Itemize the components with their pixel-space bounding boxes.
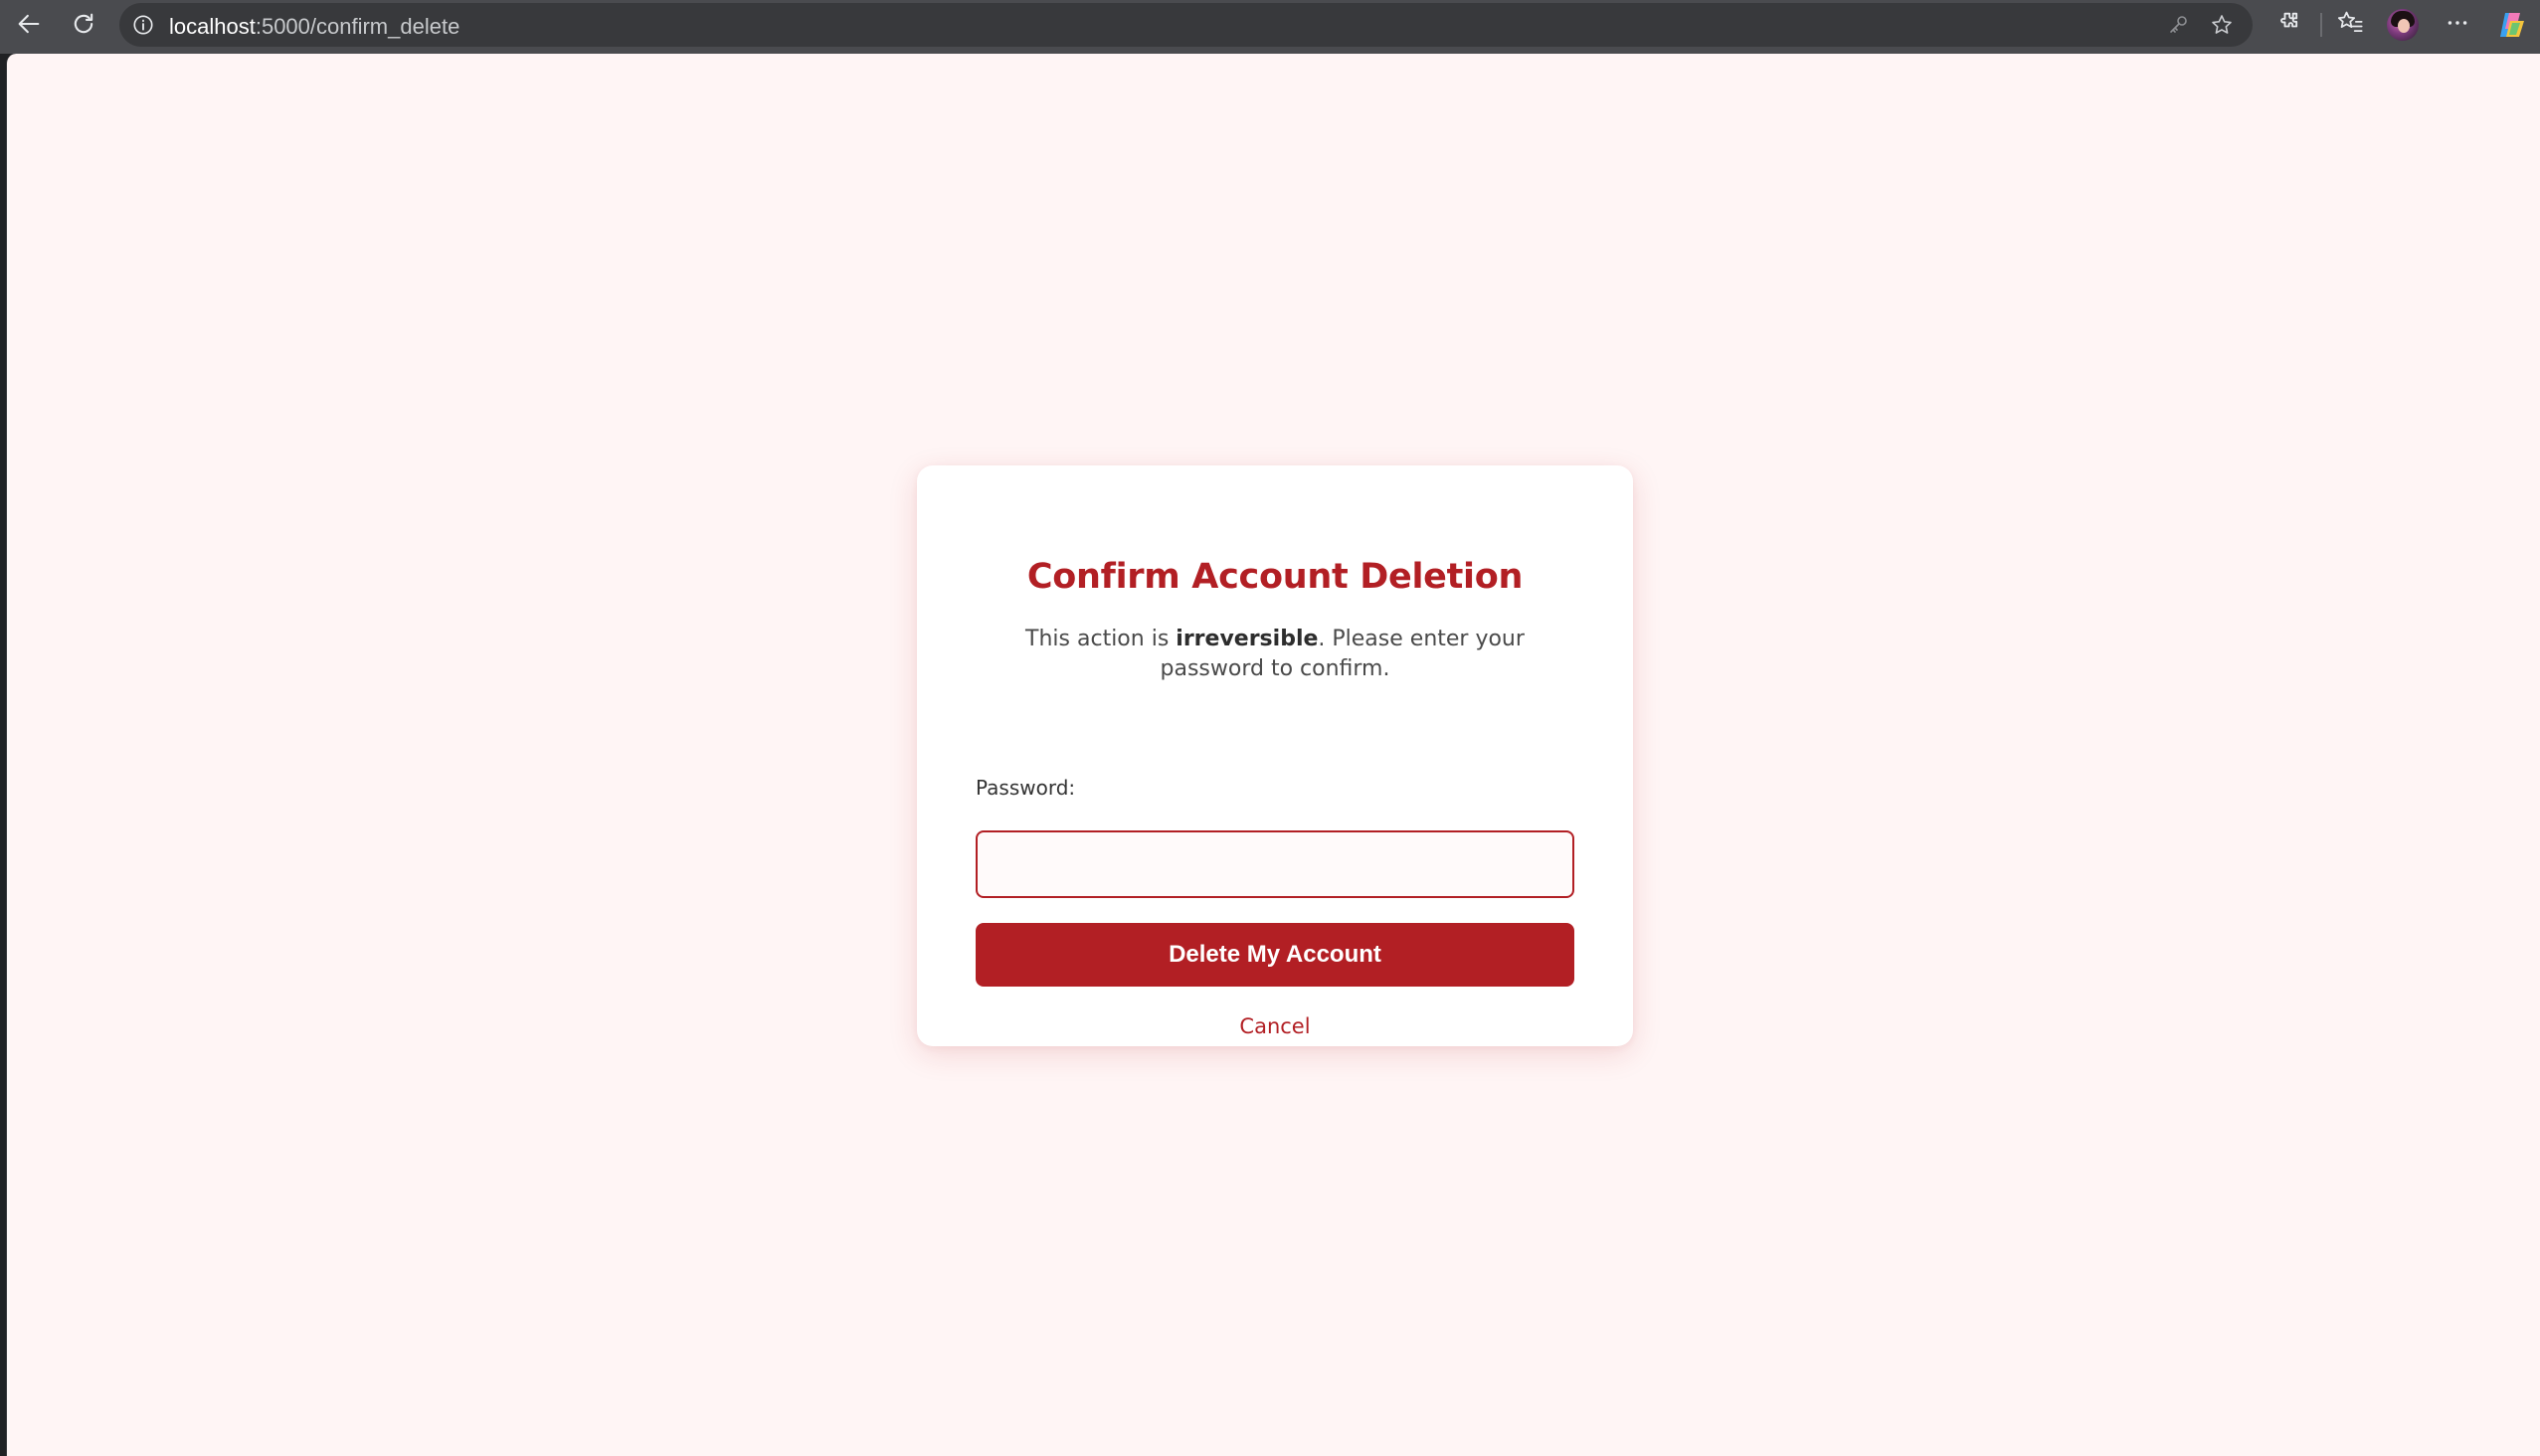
avatar-face (2398, 19, 2410, 33)
desc-text-start: This action is (1025, 627, 1177, 651)
reload-icon (74, 13, 93, 34)
more-button[interactable] (2443, 8, 2472, 38)
copilot-icon[interactable] (2496, 9, 2528, 41)
star-icon[interactable] (2210, 13, 2234, 37)
profile-avatar[interactable] (2387, 9, 2419, 41)
url-host: localhost (169, 14, 256, 39)
delete-account-button[interactable]: Delete My Account (976, 923, 1574, 987)
url-path: :5000/confirm_delete (255, 14, 460, 39)
password-label: Password: (976, 776, 1076, 800)
url-text[interactable]: localhost:5000/confirm_delete (169, 14, 459, 40)
browser-toolbar: localhost:5000/confirm_delete (0, 0, 2540, 54)
delete-confirmation-card: Confirm Account Deletion This action is … (917, 465, 1633, 1046)
back-button[interactable] (9, 4, 49, 44)
desc-irreversible: irreversible (1176, 627, 1319, 651)
back-arrow-icon (18, 14, 40, 34)
reload-button[interactable] (64, 4, 103, 44)
cancel-link[interactable]: Cancel (917, 1014, 1633, 1038)
favorites-button[interactable] (2335, 8, 2365, 38)
info-icon[interactable] (132, 14, 154, 36)
page-title: Confirm Account Deletion (1026, 557, 1524, 597)
password-input[interactable] (976, 830, 1574, 898)
page-viewport: Confirm Account Deletion This action is … (6, 54, 2540, 1456)
warning-description: This action is irreversible. Please ente… (977, 625, 1573, 684)
extensions-icon (2280, 12, 2298, 28)
toolbar-separator (2320, 13, 2322, 37)
key-icon[interactable] (2166, 13, 2190, 37)
more-icon (2448, 21, 2467, 25)
extensions-button[interactable] (2273, 8, 2303, 38)
address-bar[interactable]: localhost:5000/confirm_delete (119, 3, 2253, 47)
favorites-icon (2337, 11, 2363, 33)
